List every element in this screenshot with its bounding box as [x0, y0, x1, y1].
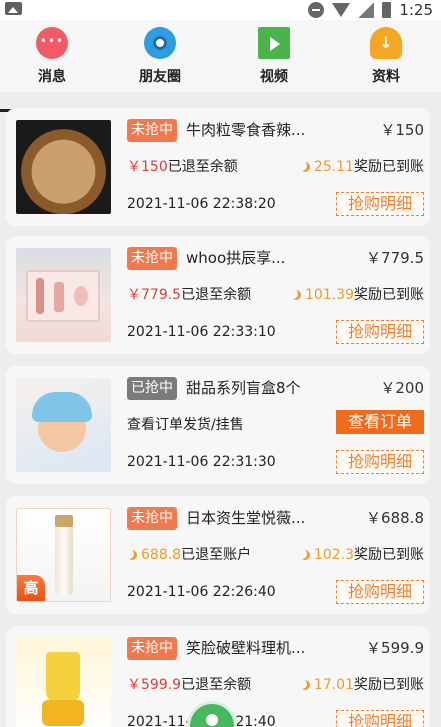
product-image[interactable]: 高 [16, 508, 111, 602]
moon-coin-icon [300, 680, 310, 690]
hot-badge: 高 [17, 575, 45, 601]
refund-amount: 688.8 [141, 547, 182, 563]
reward-info: 17.01奖励已到账 [300, 674, 424, 696]
purchase-detail-button[interactable]: 抢购明细 [336, 320, 424, 344]
product-price: ￥150 [380, 121, 424, 139]
refund-amount: ￥150 [127, 159, 168, 175]
product-title: 牛肉粒零食香辣... [186, 121, 306, 139]
camera-aperture-icon [144, 27, 176, 59]
order-card[interactable]: 高 未抢中 日本资生堂悦薇... ￥688.8 688.8已退至账户 102.3… [6, 496, 430, 614]
tab-messages[interactable]: 消息 [0, 20, 104, 92]
top-tab-bar: 消息 朋友圈 视频 资料 [0, 20, 441, 112]
order-list-screen: 1:25 消息 朋友圈 视频 资料 未抢中 牛肉粒零食香辣... ￥150 ￥1… [0, 0, 441, 727]
reward-amount: 102.3 [313, 547, 354, 563]
wifi-icon [332, 3, 351, 17]
tab-label: 视频 [260, 69, 288, 85]
refund-info: ￥150已退至余额 [127, 156, 238, 178]
tab-label: 资料 [372, 69, 400, 85]
status-badge: 未抢中 [127, 247, 177, 270]
chat-bubble-icon [36, 27, 68, 59]
tab-videos[interactable]: 视频 [222, 20, 326, 92]
status-bar: 1:25 [0, 0, 441, 20]
status-badge: 未抢中 [127, 507, 177, 530]
refund-text: 已退至余额 [167, 159, 238, 175]
shipping-info: 查看订单发货/挂售 [127, 417, 244, 433]
product-price: ￥779.5 [366, 249, 424, 267]
order-timestamp: 2021-11-06 22:33:10 [127, 324, 276, 340]
purchase-detail-button[interactable]: 抢购明细 [336, 450, 424, 474]
moon-coin-icon [291, 290, 301, 300]
clock: 1:25 [399, 1, 433, 19]
video-play-icon [258, 27, 290, 59]
product-title: 笑脸破壁料理机... [186, 639, 306, 657]
cloud-download-icon [370, 27, 402, 59]
reward-text: 奖励已到账 [354, 547, 424, 563]
purchase-detail-button[interactable]: 抢购明细 [336, 710, 424, 727]
purchase-detail-button[interactable]: 抢购明细 [336, 580, 424, 604]
refund-text: 已退至账户 [181, 547, 252, 563]
reward-text: 奖励已到账 [354, 287, 424, 303]
product-price: ￥599.9 [366, 639, 424, 657]
moon-coin-icon [300, 550, 310, 560]
product-title: 日本资生堂悦薇... [186, 509, 306, 527]
product-image[interactable] [16, 638, 111, 727]
reward-info: 102.3奖励已到账 [300, 544, 424, 566]
refund-info: ￥779.5已退至余额 [127, 284, 251, 306]
reward-amount: 17.01 [313, 677, 354, 693]
refund-text: 已退至余额 [181, 677, 252, 693]
refund-info: ￥599.9已退至余额 [127, 674, 251, 696]
tab-label: 朋友圈 [139, 69, 181, 85]
moon-coin-icon [300, 162, 310, 172]
purchase-detail-button[interactable]: 抢购明细 [336, 192, 424, 216]
order-card[interactable]: 未抢中 牛肉粒零食香辣... ￥150 ￥150已退至余额 25.11奖励已到账… [6, 108, 430, 226]
reward-amount: 101.39 [305, 287, 354, 303]
order-timestamp: 2021-11-06 22:38:20 [127, 196, 276, 212]
reward-amount: 25.11 [313, 159, 354, 175]
refund-amount: ￥779.5 [127, 287, 182, 303]
order-card[interactable]: 未抢中 whoo拱辰享... ￥779.5 ￥779.5已退至余额 101.39… [6, 236, 430, 354]
refund-text: 已退至余额 [181, 287, 252, 303]
tab-materials[interactable]: 资料 [334, 20, 438, 92]
tab-label: 消息 [38, 69, 66, 85]
battery-icon [382, 2, 392, 18]
status-badge: 已抢中 [127, 377, 177, 400]
product-price: ￥200 [380, 379, 424, 397]
reward-info: 25.11奖励已到账 [300, 156, 424, 178]
refund-amount: ￥599.9 [127, 677, 182, 693]
status-badge: 未抢中 [127, 637, 177, 660]
product-price: ￥688.8 [366, 509, 424, 527]
product-title: 甜品系列盲盒8个 [186, 379, 301, 397]
do-not-disturb-icon [308, 2, 325, 18]
moon-coin-icon [127, 550, 137, 560]
refund-info: 688.8已退至账户 [127, 544, 251, 566]
order-timestamp: 2021-11-06 22:26:40 [127, 584, 276, 600]
product-image[interactable] [16, 248, 111, 342]
product-title: whoo拱辰享... [186, 249, 286, 267]
view-order-button[interactable]: 查看订单 [336, 410, 424, 434]
order-timestamp: 2021-11-06 22:31:30 [127, 454, 276, 470]
order-card[interactable]: 已抢中 甜品系列盲盒8个 ￥200 查看订单发货/挂售 查看订单 2021-11… [6, 366, 430, 484]
product-image[interactable] [16, 378, 111, 472]
image-notification-icon [5, 2, 22, 15]
reward-info: 101.39奖励已到账 [291, 284, 424, 306]
tab-moments[interactable]: 朋友圈 [108, 20, 212, 92]
status-badge: 未抢中 [127, 119, 177, 142]
product-image[interactable] [16, 120, 111, 214]
reward-text: 奖励已到账 [354, 677, 424, 693]
no-signal-icon [358, 2, 375, 18]
reward-text: 奖励已到账 [354, 159, 424, 175]
